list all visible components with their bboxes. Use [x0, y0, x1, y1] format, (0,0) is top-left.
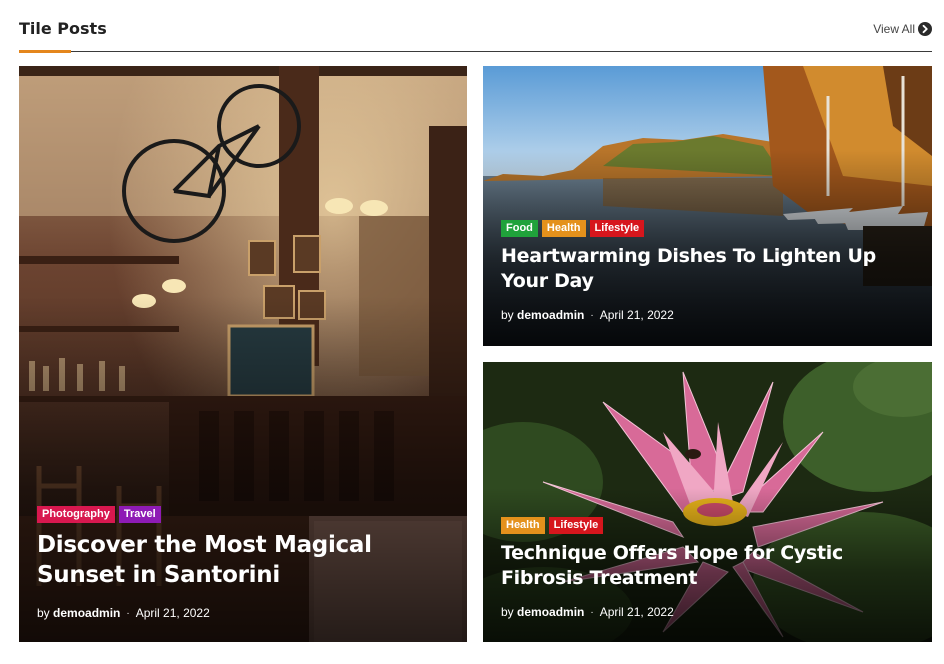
post-card-content: Food Health Lifestyle Heartwarming Dishe…: [501, 220, 914, 322]
post-card-heartwarming-dishes[interactable]: Food Health Lifestyle Heartwarming Dishe…: [483, 66, 932, 346]
post-meta: by demoadmin · April 21, 2022: [501, 308, 914, 322]
section-title: Tile Posts: [19, 19, 107, 38]
section-header: Tile Posts View All: [19, 0, 932, 53]
post-date: April 21, 2022: [599, 308, 674, 322]
post-meta: by demoadmin · April 21, 2022: [501, 605, 914, 619]
post-card-content: Photography Travel Discover the Most Mag…: [37, 506, 449, 620]
tag-health[interactable]: Health: [541, 220, 586, 237]
post-date: April 21, 2022: [135, 606, 210, 620]
post-card-santorini[interactable]: Photography Travel Discover the Most Mag…: [19, 66, 467, 642]
tag-lifestyle[interactable]: Lifestyle: [548, 517, 604, 534]
author-name[interactable]: demoadmin: [53, 606, 120, 620]
tag-health[interactable]: Health: [501, 517, 545, 534]
arrow-right-circle-icon: [918, 22, 932, 36]
post-card-content: Health Lifestyle Technique Offers Hope f…: [501, 517, 914, 619]
post-tags: Photography Travel: [37, 506, 449, 523]
tag-food[interactable]: Food: [501, 220, 538, 237]
post-tags: Health Lifestyle: [501, 517, 914, 534]
post-tags: Food Health Lifestyle: [501, 220, 914, 237]
tag-photography[interactable]: Photography: [37, 506, 115, 523]
author-name[interactable]: demoadmin: [517, 605, 584, 619]
meta-separator: ·: [590, 309, 594, 321]
post-title[interactable]: Technique Offers Hope for Cystic Fibrosi…: [501, 541, 921, 591]
post-card-cystic-fibrosis[interactable]: Health Lifestyle Technique Offers Hope f…: [483, 362, 932, 642]
author-name[interactable]: demoadmin: [517, 308, 584, 322]
author-prefix: by: [37, 606, 50, 620]
author-prefix: by: [501, 308, 514, 322]
post-title[interactable]: Discover the Most Magical Sunset in Sant…: [37, 530, 447, 590]
view-all-link[interactable]: View All: [873, 22, 932, 36]
tag-lifestyle[interactable]: Lifestyle: [589, 220, 645, 237]
title-accent-underline: [19, 50, 71, 53]
author-prefix: by: [501, 605, 514, 619]
meta-separator: ·: [590, 606, 594, 618]
tag-travel[interactable]: Travel: [118, 506, 161, 523]
post-title[interactable]: Heartwarming Dishes To Lighten Up Your D…: [501, 244, 921, 294]
post-date: April 21, 2022: [599, 605, 674, 619]
view-all-label: View All: [873, 22, 915, 36]
meta-separator: ·: [126, 607, 130, 619]
post-meta: by demoadmin · April 21, 2022: [37, 606, 449, 620]
